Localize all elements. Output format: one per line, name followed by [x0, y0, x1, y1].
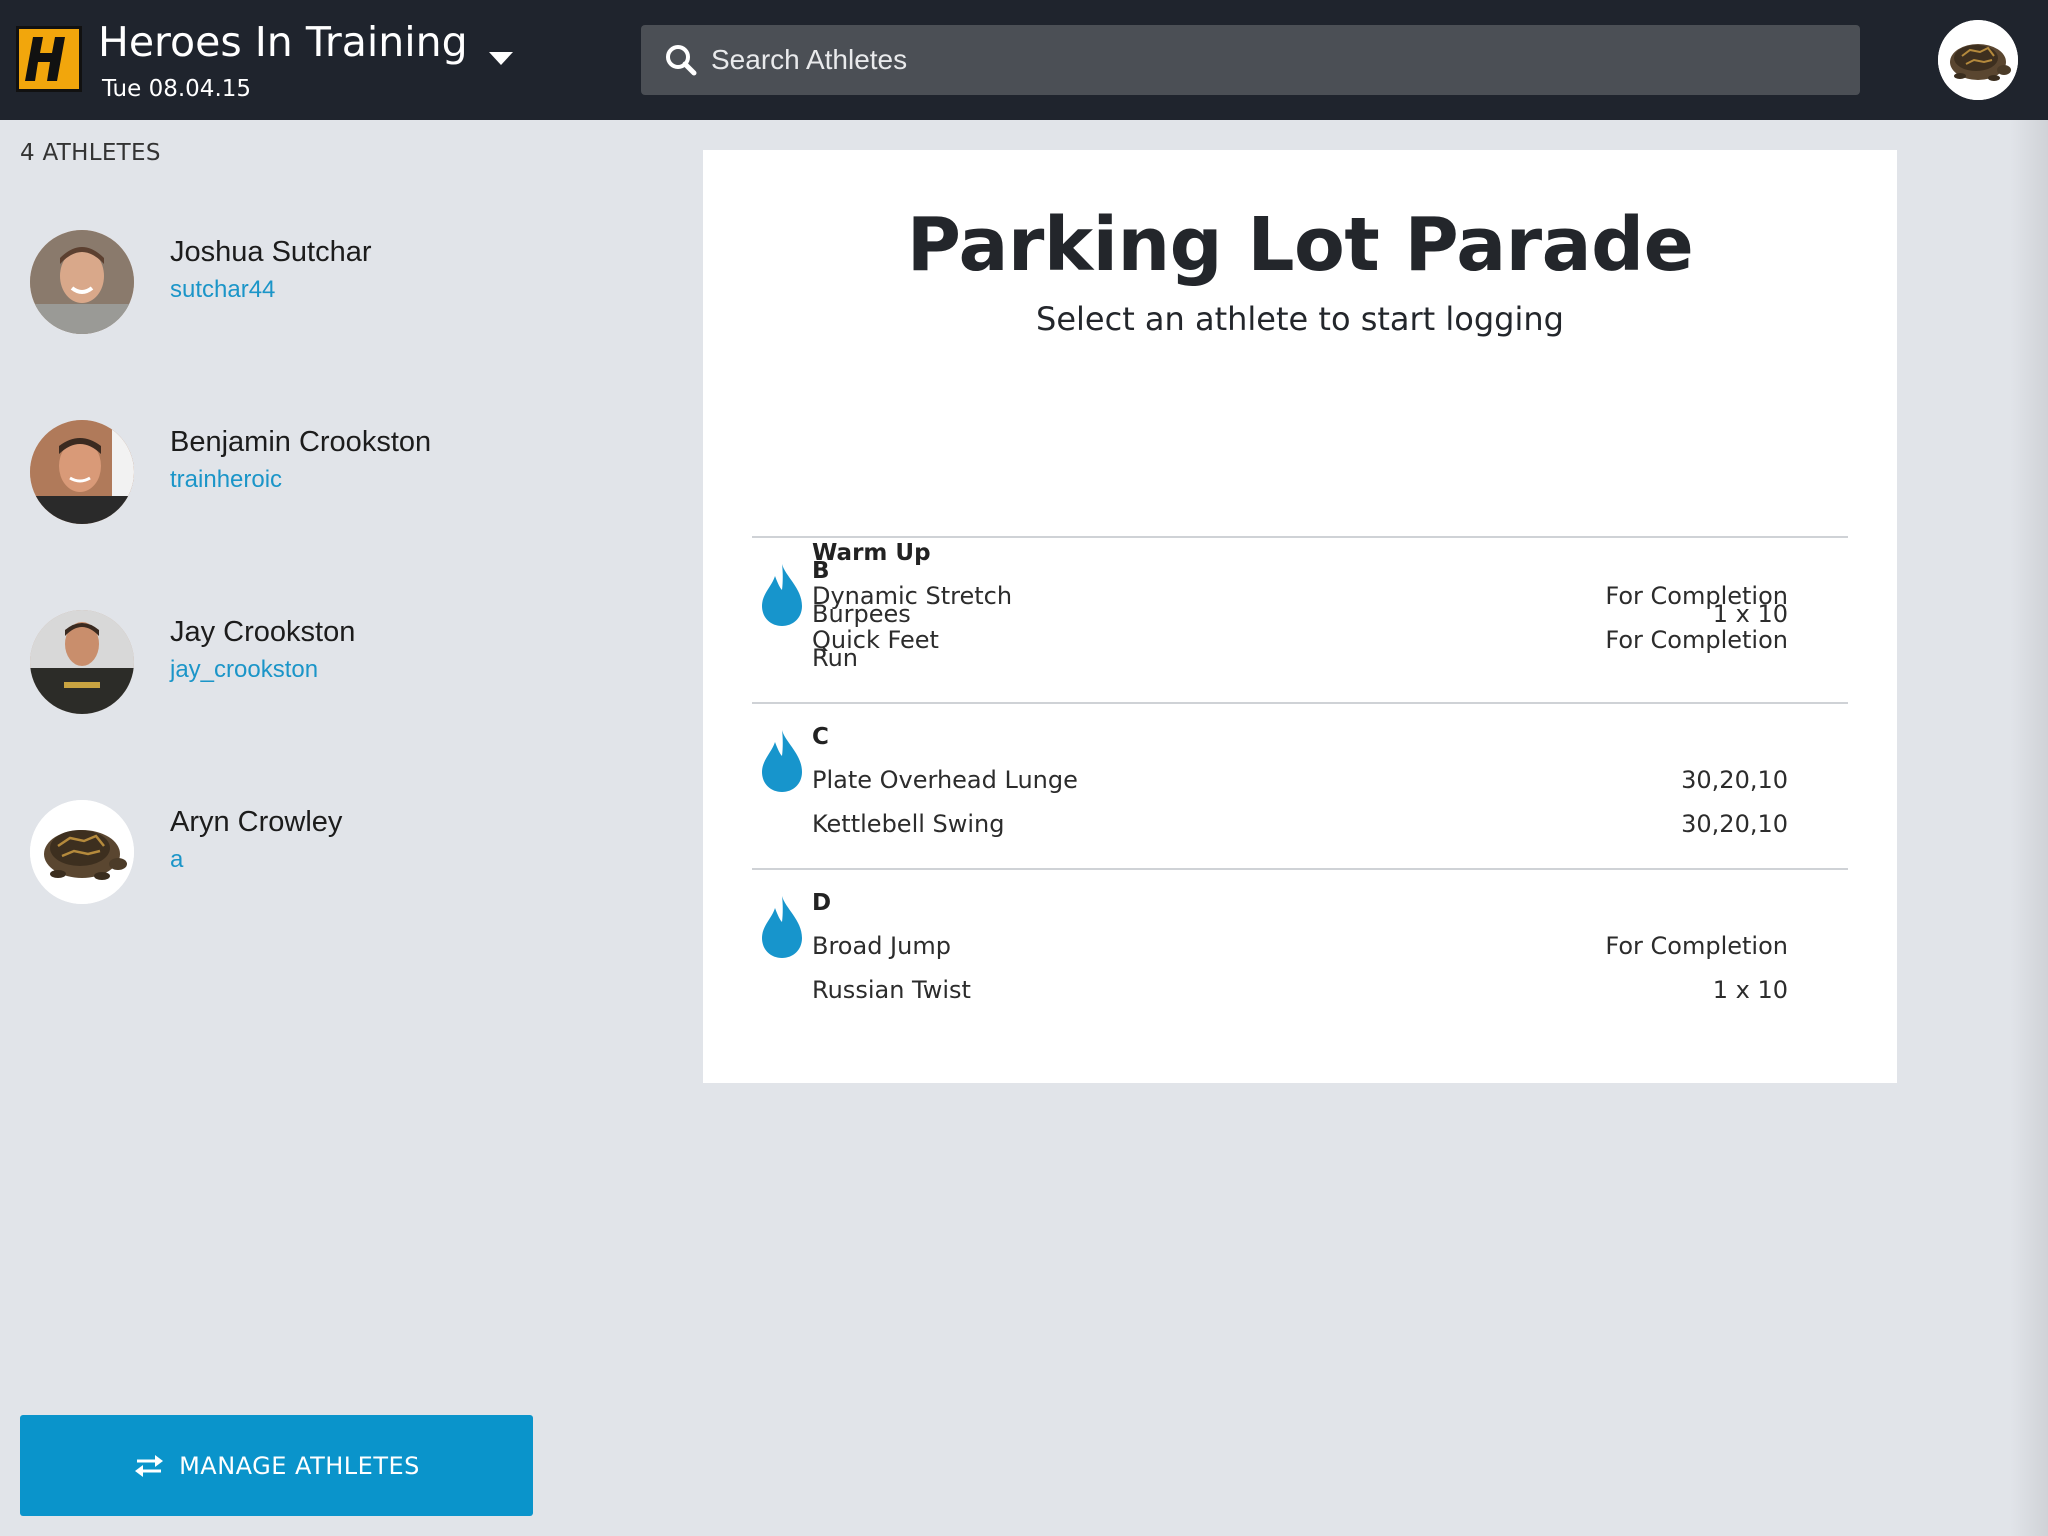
- search-icon: [666, 45, 697, 76]
- block-label: B: [812, 558, 830, 584]
- manage-athletes-label: MANAGE ATHLETES: [179, 1451, 420, 1480]
- athlete-name: Joshua Sutchar: [170, 236, 372, 268]
- flame-icon: [762, 564, 802, 626]
- exercise-name: Broad Jump: [812, 932, 951, 960]
- athlete-name: Aryn Crowley: [170, 806, 343, 838]
- workout-card: Parking Lot Parade Select an athlete to …: [703, 150, 1897, 1083]
- top-bar: Heroes In Training Tue 08.04.15: [0, 0, 2048, 120]
- exercise-prescription: 1 x 10: [1712, 976, 1788, 1004]
- athlete-list-item[interactable]: Joshua Sutchar sutchar44: [20, 220, 480, 340]
- exercise-prescription: 30,20,10: [1681, 766, 1788, 794]
- exercise-row[interactable]: Run: [812, 644, 1788, 684]
- search-input[interactable]: [711, 25, 1831, 95]
- exercise-row[interactable]: Plate Overhead Lunge 30,20,10: [812, 766, 1788, 806]
- flame-icon: [762, 896, 802, 958]
- block-label: C: [812, 724, 829, 750]
- athlete-username[interactable]: sutchar44: [170, 276, 275, 304]
- exercise-name: Run: [812, 644, 859, 672]
- athlete-name: Benjamin Crookston: [170, 426, 432, 458]
- exercise-name: Russian Twist: [812, 976, 971, 1004]
- athlete-username[interactable]: a: [170, 846, 183, 874]
- block-label: D: [812, 890, 832, 916]
- athlete-username[interactable]: jay_crookston: [170, 656, 318, 684]
- team-dropdown-chevron-icon[interactable]: [484, 46, 518, 72]
- exercise-name: Kettlebell Swing: [812, 810, 1005, 838]
- exercise-row[interactable]: Burpees 1 x 10: [812, 600, 1788, 640]
- athlete-search-bar[interactable]: [641, 25, 1860, 95]
- exercise-row[interactable]: Kettlebell Swing 30,20,10: [812, 810, 1788, 850]
- avatar: [30, 610, 134, 714]
- exercise-name: Burpees: [812, 600, 911, 628]
- exercise-prescription: For Completion: [1605, 932, 1788, 960]
- athlete-list-item[interactable]: Aryn Crowley a: [20, 790, 480, 910]
- athlete-list-item[interactable]: Benjamin Crookston trainheroic: [20, 410, 480, 530]
- athletes-count: 4 ATHLETES: [20, 140, 161, 166]
- avatar: [30, 420, 134, 524]
- avatar: [30, 230, 134, 334]
- team-name[interactable]: Heroes In Training: [98, 18, 468, 66]
- exercise-prescription: 1 x 10: [1712, 600, 1788, 628]
- workout-block-d: D Broad Jump For Completion Russian Twis…: [752, 868, 1848, 1034]
- workout-block: Warm Up: [752, 380, 1848, 566]
- user-avatar[interactable]: [1938, 20, 2018, 100]
- flame-icon: [762, 730, 802, 792]
- exercise-prescription: 30,20,10: [1681, 810, 1788, 838]
- workout-block-b: B Burpees 1 x 10 Run: [752, 536, 1848, 702]
- workout-subtitle: Select an athlete to start logging: [1036, 300, 1564, 338]
- panel-edge-shadow: [2010, 120, 2048, 1536]
- team-logo: [16, 26, 82, 92]
- manage-athletes-button[interactable]: MANAGE ATHLETES: [20, 1415, 533, 1516]
- athlete-list-item[interactable]: Jay Crookston jay_crookston: [20, 600, 480, 720]
- swap-arrows-icon: [135, 1454, 164, 1477]
- workout-date: Tue 08.04.15: [102, 76, 252, 102]
- workout-block-c: C Plate Overhead Lunge 30,20,10 Kettlebe…: [752, 702, 1848, 868]
- athlete-username[interactable]: trainheroic: [170, 466, 282, 494]
- avatar: [30, 800, 134, 904]
- exercise-row[interactable]: Russian Twist 1 x 10: [812, 976, 1788, 1016]
- exercise-name: Plate Overhead Lunge: [812, 766, 1078, 794]
- turtle-avatar-icon: [1938, 20, 2018, 100]
- athlete-name: Jay Crookston: [170, 616, 356, 648]
- exercise-row[interactable]: Broad Jump For Completion: [812, 932, 1788, 972]
- workout-title: Parking Lot Parade: [906, 202, 1694, 288]
